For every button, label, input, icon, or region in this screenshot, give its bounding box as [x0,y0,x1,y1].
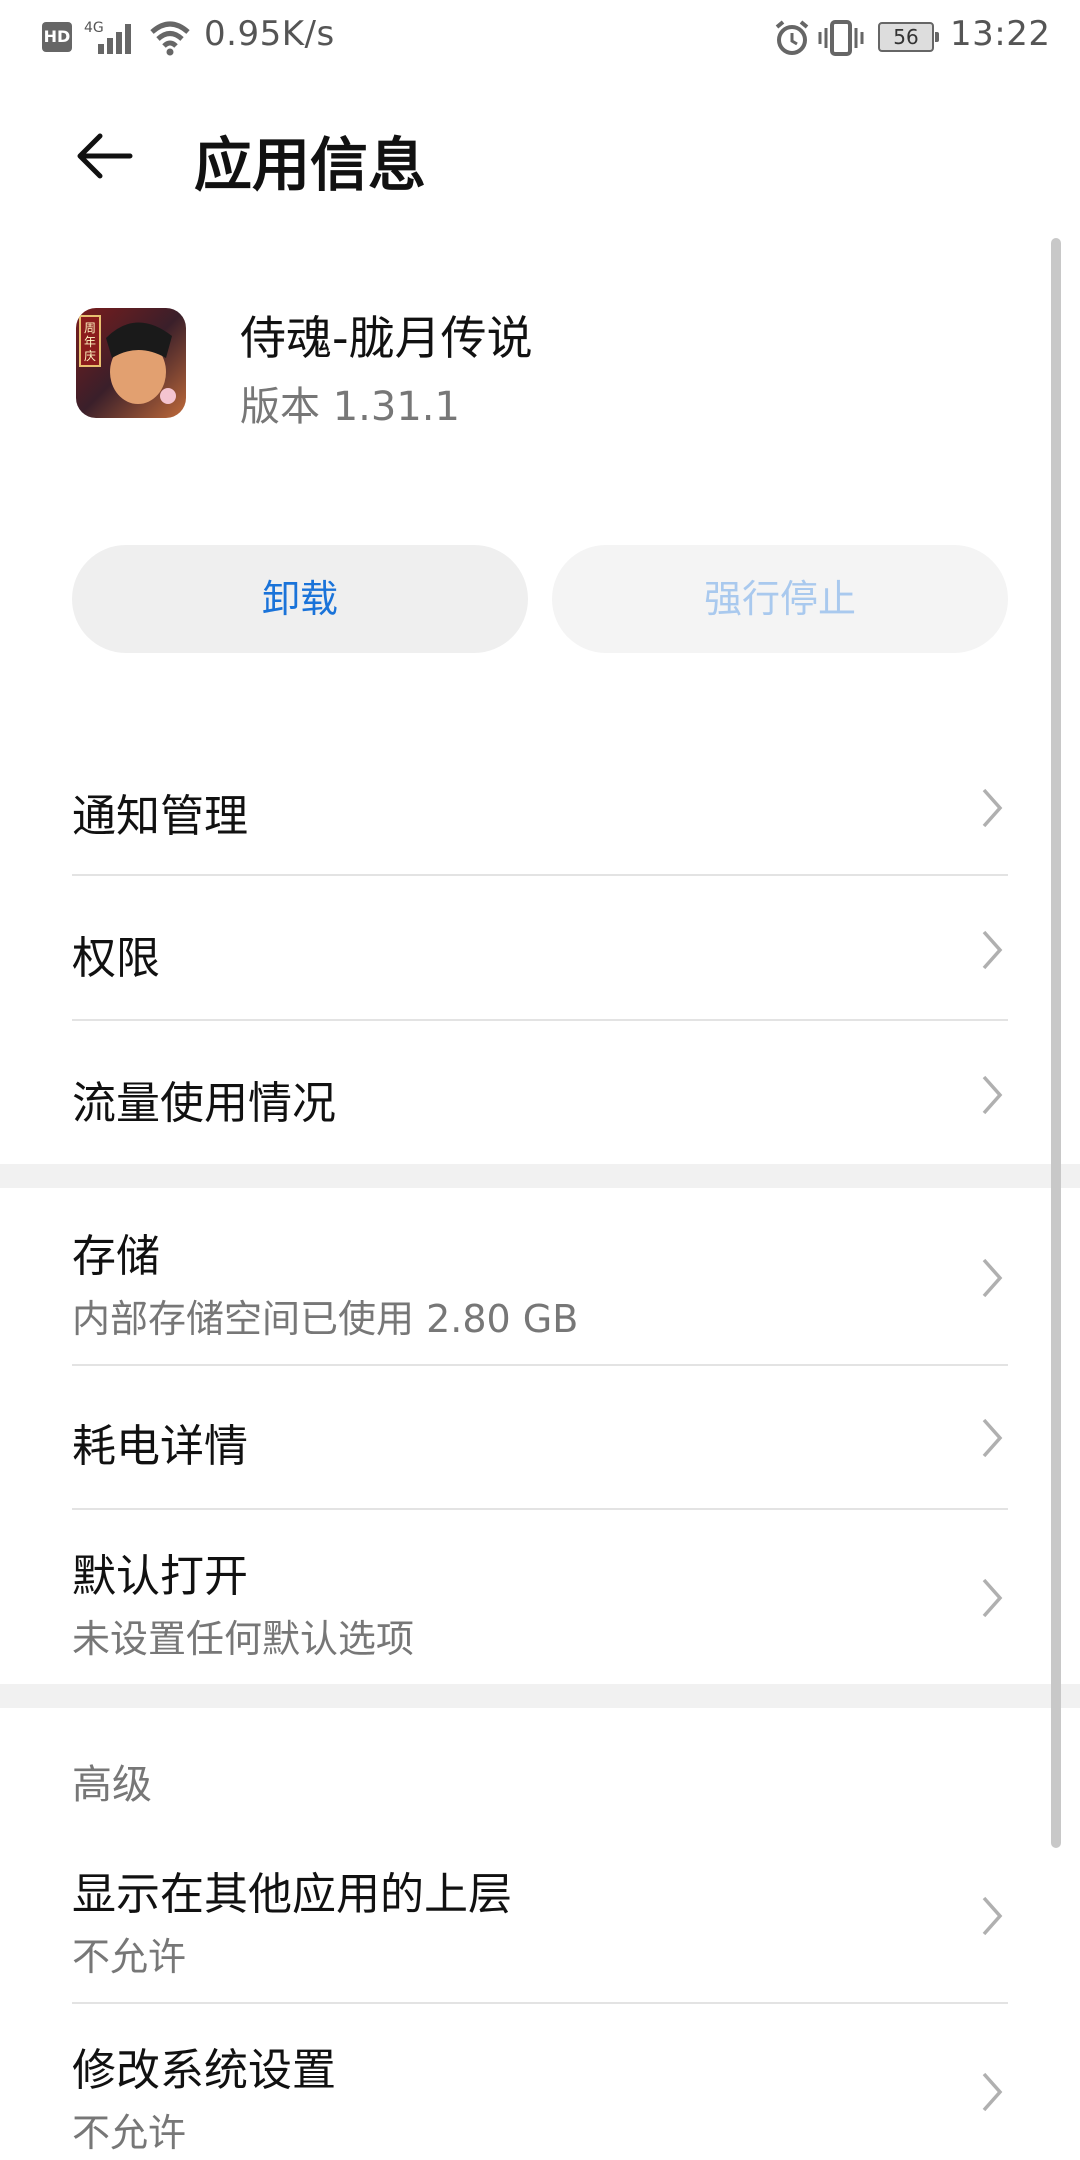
list-item-label: 权限 [72,933,160,984]
list-item-notifications[interactable]: 通知管理 [72,740,1008,874]
app-version: 版本 1.31.1 [240,384,460,430]
list-item-subtitle: 内部存储空间已使用 2.80 GB [72,1297,579,1341]
list-item-permissions[interactable]: 权限 [72,876,1008,1020]
app-icon: 周 年 庆 [76,308,186,418]
chevron-right-icon [982,1418,1003,1458]
list-item-subtitle: 不允许 [72,1935,187,1979]
clock: 13:22 [950,14,1051,54]
vibrate-icon [818,20,864,56]
list-item-label: 耗电详情 [72,1421,248,1472]
list-item-subtitle: 不允许 [72,2111,187,2155]
list-item-label: 默认打开 [72,1551,248,1602]
app-icon-badge-3: 庆 [84,349,96,363]
back-arrow-icon[interactable] [72,124,136,188]
force-stop-button[interactable]: 强行停止 [552,545,1008,653]
list-item-label: 显示在其他应用的上层 [72,1869,512,1920]
app-icon-badge-1: 周 [84,321,96,335]
chevron-right-icon [982,1578,1003,1618]
section-separator [0,1684,1080,1708]
section-label-advanced: 高级 [72,1762,152,1808]
alarm-icon [775,20,809,55]
chevron-right-icon [982,1258,1003,1298]
wifi-icon [150,21,190,56]
uninstall-button[interactable]: 卸载 [72,545,528,653]
list-item-display-over-other-apps[interactable]: 显示在其他应用的上层 不允许 [72,1826,1008,2002]
cellular-signal-icon: 4G [84,20,131,54]
section-separator [0,1164,1080,1188]
list-item-open-by-default[interactable]: 默认打开 未设置任何默认选项 [72,1510,1008,1684]
list-item-storage[interactable]: 存储 内部存储空间已使用 2.80 GB [72,1188,1008,1364]
battery-icon: 56 [878,22,939,52]
list-item-data-usage[interactable]: 流量使用情况 [72,1021,1008,1165]
network-speed: 0.95K/s [204,14,335,54]
chevron-right-icon [982,788,1003,828]
list-item-battery-usage[interactable]: 耗电详情 [72,1366,1008,1508]
chevron-right-icon [982,930,1003,970]
chevron-right-icon [982,1896,1003,1936]
app-icon-badge-2: 年 [84,335,96,349]
list-item-label: 流量使用情况 [72,1078,336,1129]
page-title: 应用信息 [194,131,427,199]
hd-voice-icon: HD [42,22,72,52]
list-item-subtitle: 未设置任何默认选项 [72,1617,415,1661]
list-item-label: 修改系统设置 [72,2045,336,2096]
list-item-label: 通知管理 [72,791,248,842]
status-bar: HD 4G 0.95K/s 56 13:22 [0,0,1080,76]
chevron-right-icon [982,1075,1003,1115]
network-type-label: 4G [84,20,104,36]
chevron-right-icon [982,2072,1003,2112]
list-item-modify-system-settings[interactable]: 修改系统设置 不允许 [72,2004,1008,2160]
app-name: 侍魂-胧月传说 [240,311,533,365]
scrollbar[interactable] [1051,238,1061,1848]
list-item-label: 存储 [72,1231,160,1282]
